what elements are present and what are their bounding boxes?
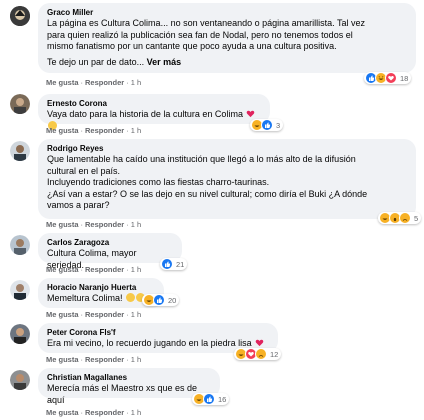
- timestamp[interactable]: 1 h: [131, 78, 141, 87]
- comment-author[interactable]: Christian Magallanes: [47, 372, 211, 383]
- love-reaction-icon: [385, 72, 397, 84]
- like-link[interactable]: Me gusta: [46, 126, 79, 135]
- like-link[interactable]: Me gusta: [46, 265, 79, 274]
- reaction-count: 16: [218, 394, 227, 404]
- like-reaction-icon: [153, 294, 165, 306]
- reaction-summary[interactable]: 20: [142, 294, 180, 306]
- reaction-count: 20: [168, 295, 177, 305]
- reply-link[interactable]: Responder: [85, 355, 124, 364]
- comment-text: Que lamentable ha caído una institución …: [47, 154, 407, 212]
- comment-bubble: Christian Magallanes Merecía más el Maes…: [38, 368, 220, 405]
- comment-line: Memeltura Colima!: [47, 293, 123, 303]
- reaction-count: 12: [270, 349, 279, 359]
- comment-text: La página es Cultura Colima... no son ve…: [47, 18, 407, 68]
- avatar[interactable]: [10, 280, 30, 300]
- reply-link[interactable]: Responder: [85, 408, 124, 417]
- reaction-count: 21: [176, 259, 185, 269]
- laughing-emoji-icon: [126, 293, 136, 302]
- comment-author[interactable]: Horacio Naranjo Huerta: [47, 282, 155, 293]
- comment-author[interactable]: Peter Corona Fls'f: [47, 327, 269, 338]
- like-link[interactable]: Me gusta: [46, 78, 79, 87]
- reply-link[interactable]: Responder: [85, 78, 124, 87]
- avatar[interactable]: [10, 324, 30, 344]
- avatar[interactable]: [10, 235, 30, 255]
- timestamp[interactable]: 1 h: [131, 126, 141, 135]
- comment-bubble: Ernesto Corona Vaya dato para la histori…: [38, 94, 270, 130]
- comment-text: Merecía más el Maestro xs que es de aquí: [47, 383, 198, 405]
- heart-emoji-icon: [246, 109, 255, 118]
- comment-author[interactable]: Graco Miller: [47, 7, 407, 18]
- heart-emoji-icon: [255, 338, 264, 347]
- avatar[interactable]: [10, 141, 30, 161]
- comment-line: Vaya dato para la historia de la cultura…: [47, 109, 243, 119]
- comment-actions: Me gusta · Responder · 1 h: [46, 408, 142, 417]
- comment-author[interactable]: Ernesto Corona: [47, 98, 261, 109]
- reaction-summary[interactable]: 12: [234, 348, 282, 360]
- comment-bubble: Rodrigo Reyes Que lamentable ha caído un…: [38, 139, 416, 219]
- reaction-summary[interactable]: 5: [378, 212, 422, 224]
- comment-line: mismo fanatismo por un cantante que poco…: [47, 41, 337, 51]
- comment-text: Memeltura Colima!: [47, 293, 155, 305]
- timestamp[interactable]: 1 h: [131, 355, 141, 364]
- avatar[interactable]: [10, 370, 30, 390]
- comment-line: La página es Cultura Colima... no son ve…: [47, 18, 366, 28]
- comment-actions: Me gusta · Responder · 1 h: [46, 220, 142, 229]
- comment-line: para quien realizó la publicación sea fa…: [47, 29, 353, 40]
- comment-author[interactable]: Carlos Zaragoza: [47, 237, 173, 248]
- reaction-summary[interactable]: 16: [192, 393, 230, 405]
- sad-reaction-icon: [255, 348, 267, 360]
- like-link[interactable]: Me gusta: [46, 408, 79, 417]
- like-reaction-icon: [203, 393, 215, 405]
- comment-actions: Me gusta · Responder · 1 h: [46, 265, 142, 274]
- like-link[interactable]: Me gusta: [46, 355, 79, 364]
- comment-line: Que lamentable ha caído una institución …: [47, 154, 356, 164]
- comment-actions: Me gusta · Responder · 1 h: [46, 78, 142, 87]
- comment-actions: Me gusta · Responder · 1 h: [46, 126, 142, 135]
- reaction-summary[interactable]: 18: [364, 72, 412, 84]
- reaction-summary[interactable]: 21: [160, 258, 188, 270]
- comment-line: Incluyendo tradiciones como las fiestas …: [47, 177, 270, 187]
- see-more-link[interactable]: Ver más: [147, 57, 182, 67]
- reaction-summary[interactable]: 3: [250, 119, 284, 131]
- comment-bubble: Graco Miller La página es Cultura Colima…: [38, 3, 416, 73]
- reply-link[interactable]: Responder: [85, 126, 124, 135]
- avatar[interactable]: [10, 6, 30, 26]
- like-link[interactable]: Me gusta: [46, 220, 79, 229]
- comment-actions: Me gusta · Responder · 1 h: [46, 310, 142, 319]
- comment-author[interactable]: Rodrigo Reyes: [47, 143, 407, 154]
- comment-text: Era mi vecino, lo recuerdo jugando en la…: [47, 338, 269, 350]
- timestamp[interactable]: 1 h: [131, 310, 141, 319]
- like-link[interactable]: Me gusta: [46, 310, 79, 319]
- comment-line: Era mi vecino, lo recuerdo jugando en la…: [47, 338, 252, 348]
- timestamp[interactable]: 1 h: [131, 408, 141, 417]
- sad-reaction-icon: [399, 212, 411, 224]
- comment-line: ¿Así van a estar? O se las dejo en su ni…: [47, 188, 368, 199]
- reply-link[interactable]: Responder: [85, 265, 124, 274]
- comment-line: cultural en el país.: [47, 165, 121, 176]
- comment-line: Te dejo un par de dato... Ver más: [47, 57, 407, 69]
- comment-bubble: Carlos Zaragoza Cultura Colima, mayor se…: [38, 233, 182, 270]
- comment-truncated-text: Te dejo un par de dato...: [47, 56, 145, 67]
- reaction-count: 3: [276, 120, 281, 130]
- reply-link[interactable]: Responder: [85, 310, 124, 319]
- timestamp[interactable]: 1 h: [131, 265, 141, 274]
- like-reaction-icon: [261, 119, 273, 131]
- comment-line: vamos a parar?: [47, 200, 110, 210]
- like-reaction-icon: [161, 258, 173, 270]
- avatar[interactable]: [10, 94, 30, 114]
- timestamp[interactable]: 1 h: [131, 220, 141, 229]
- comment-actions: Me gusta · Responder · 1 h: [46, 355, 142, 364]
- reaction-count: 5: [414, 213, 419, 223]
- reaction-count: 18: [400, 73, 409, 83]
- reply-link[interactable]: Responder: [85, 220, 124, 229]
